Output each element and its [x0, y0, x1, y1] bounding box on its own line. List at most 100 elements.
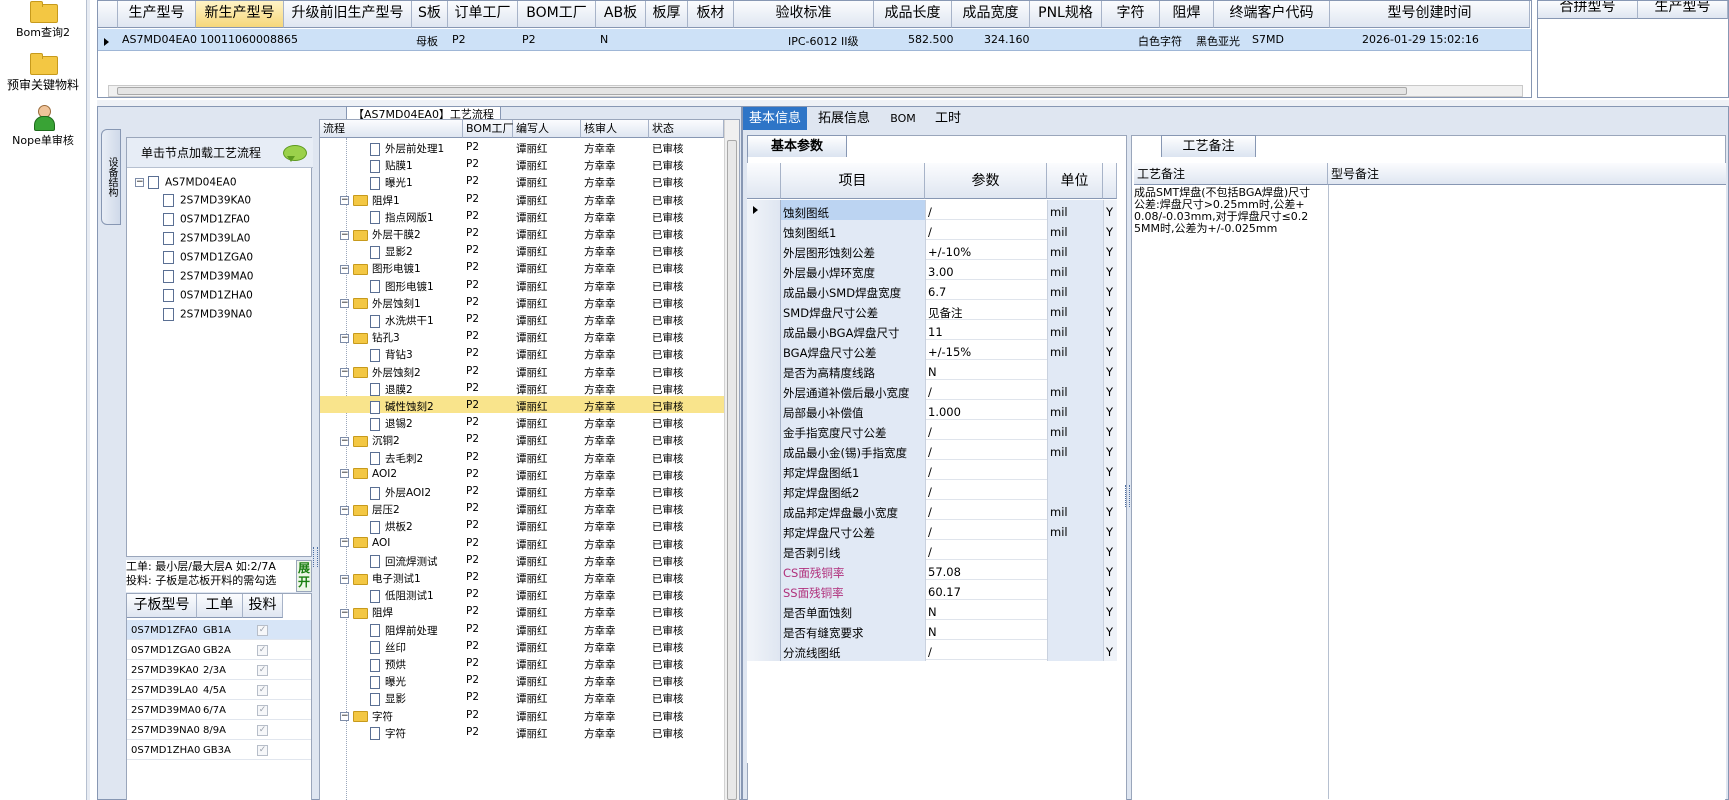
cell-status[interactable]: 已审核 [652, 605, 722, 620]
cell-reviewer[interactable]: 方幸幸 [584, 537, 616, 552]
cell-writer[interactable]: 谭丽红 [516, 605, 548, 620]
column-header[interactable]: 成品宽度 [952, 1, 1030, 28]
table-row[interactable]: 邦定焊盘尺寸公差 / mil Y [747, 520, 1117, 541]
cell-reviewer[interactable]: 方幸幸 [584, 623, 616, 638]
row-indicator[interactable] [747, 620, 781, 641]
cell-writer[interactable]: 谭丽红 [516, 433, 548, 448]
column-header[interactable]: 子板型号 [127, 594, 197, 618]
scrollbar-thumb[interactable] [727, 140, 737, 800]
column-header-selected[interactable]: 新生产型号 [196, 1, 284, 28]
cell-item[interactable]: 成品最小BGA焊盘尺寸 [783, 325, 899, 341]
cell-sub-model[interactable]: 2S7MD39NA0 [131, 725, 200, 736]
tab-work-hours[interactable]: 工时 [925, 107, 971, 130]
scrollbar-thumb[interactable] [117, 87, 1407, 95]
table-row[interactable]: 蚀刻图纸 / mil Y [747, 200, 1117, 221]
cell-bom-factory[interactable]: P2 [466, 330, 479, 342]
table-row[interactable]: − 外层蚀刻2 P2 谭丽红 方幸幸 已审核 [320, 362, 724, 379]
cell-value[interactable]: / [928, 425, 932, 439]
table-row[interactable]: 邦定焊盘图纸2 / Y [747, 480, 1117, 501]
cell-reviewer[interactable]: 方幸幸 [584, 451, 616, 466]
cell-work-order[interactable]: 2/3A [203, 665, 226, 676]
table-row[interactable]: − 钻孔3 P2 谭丽红 方幸幸 已审核 [320, 327, 724, 344]
cell-status[interactable]: 已审核 [652, 502, 722, 517]
cell-reviewer[interactable]: 方幸幸 [584, 141, 616, 156]
table-row[interactable]: − 层压2 P2 谭丽红 方幸幸 已审核 [320, 499, 724, 516]
cell-writer[interactable]: 谭丽红 [516, 485, 548, 500]
cell-work-order[interactable]: 6/7A [203, 705, 226, 716]
collapse-icon[interactable]: − [340, 505, 349, 515]
launcher-item-nope-review[interactable]: Nope单审核 [0, 104, 86, 148]
table-row[interactable]: AS7MD04EA0 10011060008865 母板 P2 P2 N IPC… [98, 29, 1531, 51]
cell-bom-factory[interactable]: P2 [466, 261, 479, 273]
cell-reviewer[interactable]: 方幸幸 [584, 175, 616, 190]
collapse-icon[interactable]: − [340, 264, 349, 274]
cell-bom-factory[interactable]: P2 [466, 468, 479, 480]
cell-reviewer[interactable]: 方幸幸 [584, 674, 616, 689]
cell-writer[interactable]: 谭丽红 [516, 193, 548, 208]
cell-value[interactable]: +/-10% [928, 245, 971, 259]
cell-value[interactable]: / [928, 445, 932, 459]
tab-extended-info[interactable]: 拓展信息 [807, 107, 881, 130]
cell-status[interactable]: 已审核 [652, 313, 722, 328]
cell-flag[interactable]: Y [1106, 505, 1113, 519]
collapse-icon[interactable]: − [340, 712, 349, 722]
cell-item[interactable]: SMD焊盘尺寸公差 [783, 305, 878, 321]
cell-bom-factory[interactable]: P2 [466, 313, 479, 325]
flow-step-name[interactable]: 贴膜1 [370, 158, 413, 173]
cell-item[interactable]: 是否有缝宽要求 [783, 625, 864, 641]
table-row[interactable]: 外层图形蚀刻公差 +/-10% mil Y [747, 240, 1117, 261]
cell-reviewer[interactable]: 方幸幸 [584, 605, 616, 620]
cell-writer[interactable]: 谭丽红 [516, 296, 548, 311]
cell-item[interactable]: 邦定焊盘图纸2 [783, 485, 859, 501]
basic-params-grid[interactable]: 项目 参数 单位 蚀刻图纸 / mil Y 蚀刻图纸1 / mil Y 外层图形蚀刻公差 +/-1… [747, 163, 1117, 763]
cell-unit[interactable]: mil [1050, 525, 1068, 539]
model-remark-field[interactable] [1328, 185, 1726, 799]
cell-value[interactable]: 60.17 [928, 585, 961, 599]
cell-legend[interactable]: 白色字符 [1138, 33, 1182, 49]
column-header[interactable]: 单位 [1047, 163, 1103, 199]
cell-value[interactable]: / [928, 645, 932, 659]
cell-writer[interactable]: 谭丽红 [516, 623, 548, 638]
cell-bom-factory[interactable]: P2 [466, 519, 479, 531]
flow-step-name[interactable]: − 字符 [340, 709, 393, 724]
cell-reviewer[interactable]: 方幸幸 [584, 709, 616, 724]
tree-node[interactable]: 2S7MD39LA0 [163, 232, 251, 245]
table-row[interactable]: 预烘 P2 谭丽红 方幸幸 已审核 [320, 654, 724, 672]
cell-writer[interactable]: 谭丽红 [516, 365, 548, 380]
column-header[interactable]: PNL规格 [1030, 1, 1102, 28]
cell-unit[interactable]: mil [1050, 205, 1068, 219]
table-row[interactable]: 背钻3 P2 谭丽红 方幸幸 已审核 [320, 344, 724, 362]
collapse-icon[interactable]: − [135, 178, 144, 187]
flow-step-name[interactable]: 低阻测试1 [370, 588, 434, 603]
cell-work-order[interactable]: 4/5A [203, 685, 226, 696]
cell-writer[interactable]: 谭丽红 [516, 657, 548, 672]
cell-status[interactable]: 已审核 [652, 451, 722, 466]
cell-flag[interactable]: Y [1106, 425, 1113, 439]
cell-length[interactable]: 582.500 [908, 33, 954, 46]
cell-sub-model[interactable]: 0S7MD1ZFA0 [131, 625, 198, 636]
cell-unit[interactable]: mil [1050, 345, 1068, 359]
cell-writer[interactable]: 谭丽红 [516, 382, 548, 397]
cell-reviewer[interactable]: 方幸幸 [584, 227, 616, 242]
cell-bom-factory[interactable]: P2 [466, 382, 479, 394]
cell-flag[interactable]: Y [1106, 565, 1113, 579]
cell-bom-factory[interactable]: P2 [466, 399, 479, 411]
table-row[interactable]: 丝印 P2 谭丽红 方幸幸 已审核 [320, 637, 724, 655]
column-header[interactable]: 参数 [925, 163, 1047, 199]
column-header[interactable]: BOM工厂 [518, 1, 596, 28]
cell-bom-factory[interactable]: P2 [466, 158, 479, 170]
table-row[interactable]: 低阻测试1 P2 谭丽红 方幸幸 已审核 [320, 585, 724, 603]
table-row[interactable]: 0S7MD1ZFA0 GB1A ✓ [127, 620, 311, 640]
cell-flag[interactable]: Y [1106, 205, 1113, 219]
cell-status[interactable]: 已审核 [652, 399, 722, 414]
cell-writer[interactable]: 谭丽红 [516, 554, 548, 569]
cell-unit[interactable]: mil [1050, 225, 1068, 239]
horizontal-scrollbar[interactable] [108, 85, 1523, 97]
flow-step-name[interactable]: − 电子测试1 [340, 571, 421, 586]
cell-bom-factory[interactable]: P2 [466, 640, 479, 652]
cell-status[interactable]: 已审核 [652, 347, 722, 362]
row-indicator[interactable] [747, 220, 781, 241]
table-row[interactable]: 局部最小补偿值 1.000 mil Y [747, 400, 1117, 421]
cell-value[interactable]: / [928, 465, 932, 479]
tab-bom[interactable]: BOM [881, 107, 925, 130]
